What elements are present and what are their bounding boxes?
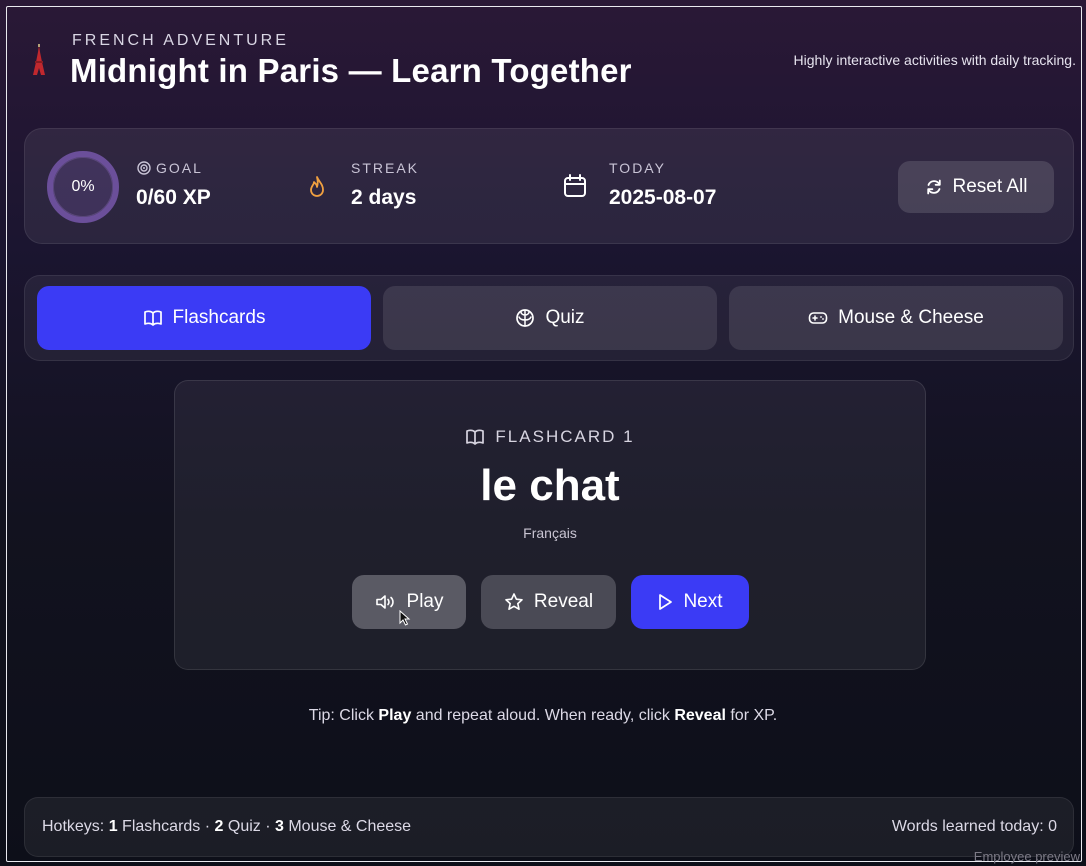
tip-prefix: Tip: Click [308,707,379,724]
hotkeys-hint: Hotkeys: 1 Flashcards · 2 Quiz · 3 Mouse… [42,818,411,836]
flashcard-language: Français [523,525,577,541]
streak-value: 2 days [351,186,417,209]
tip-suffix: for XP. [725,707,778,724]
tip-play: Play [378,707,412,724]
flame-icon [310,176,324,197]
goal-value: 0/60 XP [136,186,211,209]
star-icon [505,593,523,610]
refresh-icon [926,179,941,195]
app-kicker: FRENCH ADVENTURE [72,32,289,49]
employee-preview-watermark: Employee preview [973,849,1080,864]
reveal-button[interactable]: Reveal [481,575,616,629]
hotkey-2-label: Quiz · [223,818,275,835]
stats-panel: 0% GOAL 0/60 XP STREAK 2 days TODAY 2025… [24,128,1074,244]
tip-middle: and repeat aloud. When ready, click [411,707,675,724]
play-triangle-icon [659,594,673,610]
brain-icon [516,309,535,327]
tagline: Highly interactive activities with daily… [793,52,1076,68]
reset-all-label: Reset All [952,176,1028,197]
reset-all-button[interactable]: Reset All [898,161,1054,213]
today-value: 2025-08-07 [609,186,717,209]
eiffel-tower-icon [33,44,45,75]
target-icon [137,161,151,175]
hotkey-3-label: Mouse & Cheese [283,818,412,835]
speaker-icon [375,595,394,609]
tab-flashcards-label: Flashcards [172,307,266,328]
play-label: Play [406,591,444,612]
tip-text: Tip: Click Play and repeat aloud. When r… [0,707,1086,725]
words-learned-today: Words learned today: 0 [891,818,1057,835]
tab-mouse-cheese-label: Mouse & Cheese [838,307,984,328]
progress-percent: 0% [71,178,95,195]
progress-ring: 0% [47,151,119,223]
flashcard-kicker: FLASHCARD 1 [175,427,925,447]
activity-tabs: Flashcards Quiz Mouse & Cheese [24,275,1074,361]
header: FRENCH ADVENTURE Midnight in Paris — Lea… [30,30,1080,100]
footer-bar: Hotkeys: 1 Flashcards · 2 Quiz · 3 Mouse… [24,797,1074,857]
streak-label: STREAK [351,160,420,176]
book-icon [143,310,162,326]
hotkey-1: 1 [108,818,118,835]
hotkeys-prefix: Hotkeys: [42,818,109,835]
next-label: Next [683,591,723,612]
calendar-icon [564,174,586,197]
reveal-label: Reveal [533,591,594,612]
hotkey-3: 3 [274,818,284,835]
tab-mouse-cheese[interactable]: Mouse & Cheese [729,286,1063,350]
goal-label: GOAL [156,160,203,176]
today-label: TODAY [609,160,666,176]
tab-quiz-label: Quiz [545,307,585,328]
gamepad-icon [808,312,828,324]
tip-reveal: Reveal [674,707,726,724]
tab-quiz[interactable]: Quiz [383,286,717,350]
mouse-cursor-icon [399,610,411,626]
flashcard-number: FLASHCARD 1 [495,427,635,446]
book-icon [466,429,485,445]
next-button[interactable]: Next [631,575,749,629]
page-title: Midnight in Paris — Learn Together [70,52,632,89]
hotkey-1-label: Flashcards · [117,818,215,835]
flashcard: FLASHCARD 1 le chat Français Play Reveal… [174,380,926,670]
tab-flashcards[interactable]: Flashcards [37,286,371,350]
flashcard-word: le chat [480,461,620,510]
